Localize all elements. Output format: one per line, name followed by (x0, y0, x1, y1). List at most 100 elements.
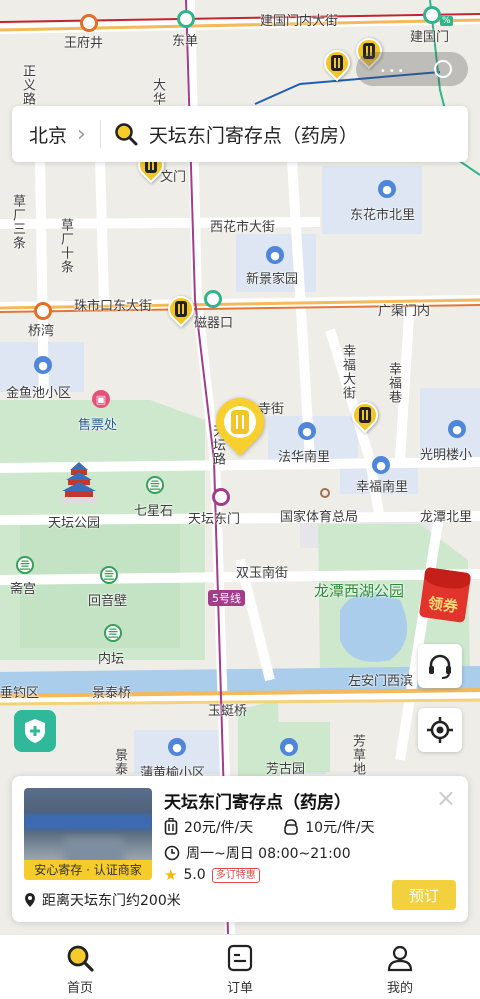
metro-station-icon (212, 488, 230, 506)
temple-of-heaven-icon (61, 462, 97, 503)
map-label: 广渠门内 (378, 304, 431, 319)
chevron-right-icon: › (77, 121, 86, 147)
locate-icon (427, 717, 453, 743)
map-label: 售票处 (78, 418, 118, 433)
city-selector[interactable]: 北京 › (12, 121, 86, 148)
storage-point-pin-icon[interactable] (318, 44, 356, 84)
deal-tag: 多订特惠 (211, 867, 260, 883)
map-label: 草厂十条 (58, 218, 73, 274)
map-label: 西花市大街 (210, 220, 276, 235)
ticket-office-icon: ▣ (92, 390, 110, 408)
ring-icon (434, 60, 452, 78)
search-divider (99, 120, 101, 148)
search-input[interactable]: 天坛东门寄存点（药房） (149, 121, 358, 148)
map-mode-toggle[interactable]: ••• (356, 52, 468, 86)
map-label: 龙潭西湖公园 (314, 582, 405, 600)
map-label: 建国门 (410, 30, 450, 45)
close-card-button[interactable]: × (436, 786, 456, 810)
map-label: 天坛东门 (188, 512, 241, 527)
search-icon (67, 945, 94, 972)
map-label: 回音壁 (88, 594, 128, 609)
metro-line-badge: 5号线 (208, 590, 245, 606)
coupon-red-packet-button[interactable]: 领券 (418, 567, 472, 624)
metro-station-icon (423, 6, 441, 24)
tab-profile[interactable]: 我的 (320, 935, 480, 999)
map-label: 国家体育总局 (280, 510, 359, 525)
storage-point-pin-icon[interactable] (162, 290, 200, 330)
residential-poi-icon: ● (298, 422, 316, 440)
scenic-poi-icon: 亖 (104, 624, 122, 642)
residential-poi-icon: ● (378, 180, 396, 198)
map-label: 幸福大街 (340, 344, 355, 400)
city-label: 北京 (29, 124, 68, 147)
map-label: 左安门西滨 (348, 674, 414, 689)
selected-storage-pin-icon[interactable] (206, 388, 274, 466)
scenic-poi-icon: 亖 (100, 566, 118, 584)
map-label: 东花市北里 (350, 208, 416, 223)
storage-point-card[interactable]: 安心寄存 · 认证商家 天坛东门寄存点（药房） × 20元/件/天 10元/件/… (12, 776, 468, 922)
map-label: 双玉南街 (236, 566, 289, 581)
map-label: 斋宫 (10, 582, 37, 597)
map-label: 王府井 (64, 36, 104, 51)
book-button[interactable]: 预订 (392, 880, 456, 910)
coupon-label: 领券 (426, 593, 460, 616)
metro-station-icon (34, 302, 52, 320)
residential-poi-icon: ● (280, 738, 298, 756)
map-label: 磁器口 (194, 316, 234, 331)
residential-poi-icon: ● (34, 356, 52, 374)
map-label: 桥湾 (28, 324, 55, 339)
map-label: 正义路 (20, 64, 35, 106)
scenic-poi-icon: 亖 (146, 476, 164, 494)
tab-label: 首页 (66, 981, 93, 996)
location-pin-icon (25, 893, 35, 907)
metro-station-icon (177, 10, 195, 28)
customer-service-button[interactable] (418, 644, 462, 688)
map-label: 幸福南里 (356, 480, 409, 495)
tab-label: 我的 (386, 981, 413, 996)
map-label: 景泰 (112, 748, 127, 776)
rating-value: 5.0 (183, 867, 206, 883)
search-bar[interactable]: 北京 › 天坛东门寄存点（药房） (12, 106, 468, 162)
tab-home[interactable]: 首页 (0, 935, 160, 999)
map-label: 幸福巷 (386, 362, 401, 404)
large-luggage-price: 20元/件/天 (184, 820, 254, 836)
map-label: 光明楼小 (420, 448, 473, 463)
map-label: 草厂三条 (10, 194, 25, 250)
profile-icon (387, 945, 413, 972)
residential-poi-icon: ● (372, 456, 390, 474)
business-hours-row: 周一~周日 08:00~21:00 (164, 843, 351, 863)
metro-station-icon (204, 290, 222, 308)
verified-merchant-badge: 安心寄存 · 认证商家 (24, 860, 152, 880)
map-label: 建国门内大街 (260, 14, 339, 29)
map-label: 七星石 (134, 504, 174, 519)
status-percent-badge: % (440, 16, 453, 26)
locate-me-button[interactable] (418, 708, 462, 752)
distance-row: 距离天坛东门约200米 (24, 890, 181, 910)
small-bag-price: 10元/件/天 (305, 820, 375, 836)
shield-plus-icon (25, 719, 45, 743)
metro-station-icon (80, 14, 98, 32)
search-icon (115, 123, 138, 146)
scenic-poi-icon: 亖 (16, 556, 34, 574)
dots-icon: ••• (380, 66, 407, 77)
map-label: 垂钓区 (0, 686, 40, 701)
map-label: 芳草地 (350, 734, 365, 776)
map-label: 大华 (150, 78, 165, 106)
map-label: 芳古园 (266, 762, 306, 777)
safety-shield-button[interactable] (14, 710, 56, 752)
sports-poi-icon (320, 488, 330, 498)
map-label: 玉蜓桥 (208, 704, 248, 719)
rating-row: ★ 5.0 多订特惠 (164, 866, 260, 884)
small-bag-icon (284, 819, 299, 835)
map-label: 天坛公园 (48, 516, 101, 531)
large-luggage-icon (164, 818, 178, 835)
tab-orders[interactable]: 订单 (160, 935, 320, 999)
store-name: 天坛东门寄存点（药房） (164, 793, 351, 813)
storage-point-pin-icon[interactable] (346, 396, 384, 436)
map-label: 景泰桥 (92, 686, 132, 701)
distance-text: 距离天坛东门约200米 (42, 893, 181, 909)
business-hours: 周一~周日 08:00~21:00 (186, 846, 351, 862)
bottom-tab-bar: 首页 订单 我的 (0, 934, 480, 999)
map-label: 新景家园 (246, 272, 299, 287)
residential-poi-icon: ● (266, 246, 284, 264)
